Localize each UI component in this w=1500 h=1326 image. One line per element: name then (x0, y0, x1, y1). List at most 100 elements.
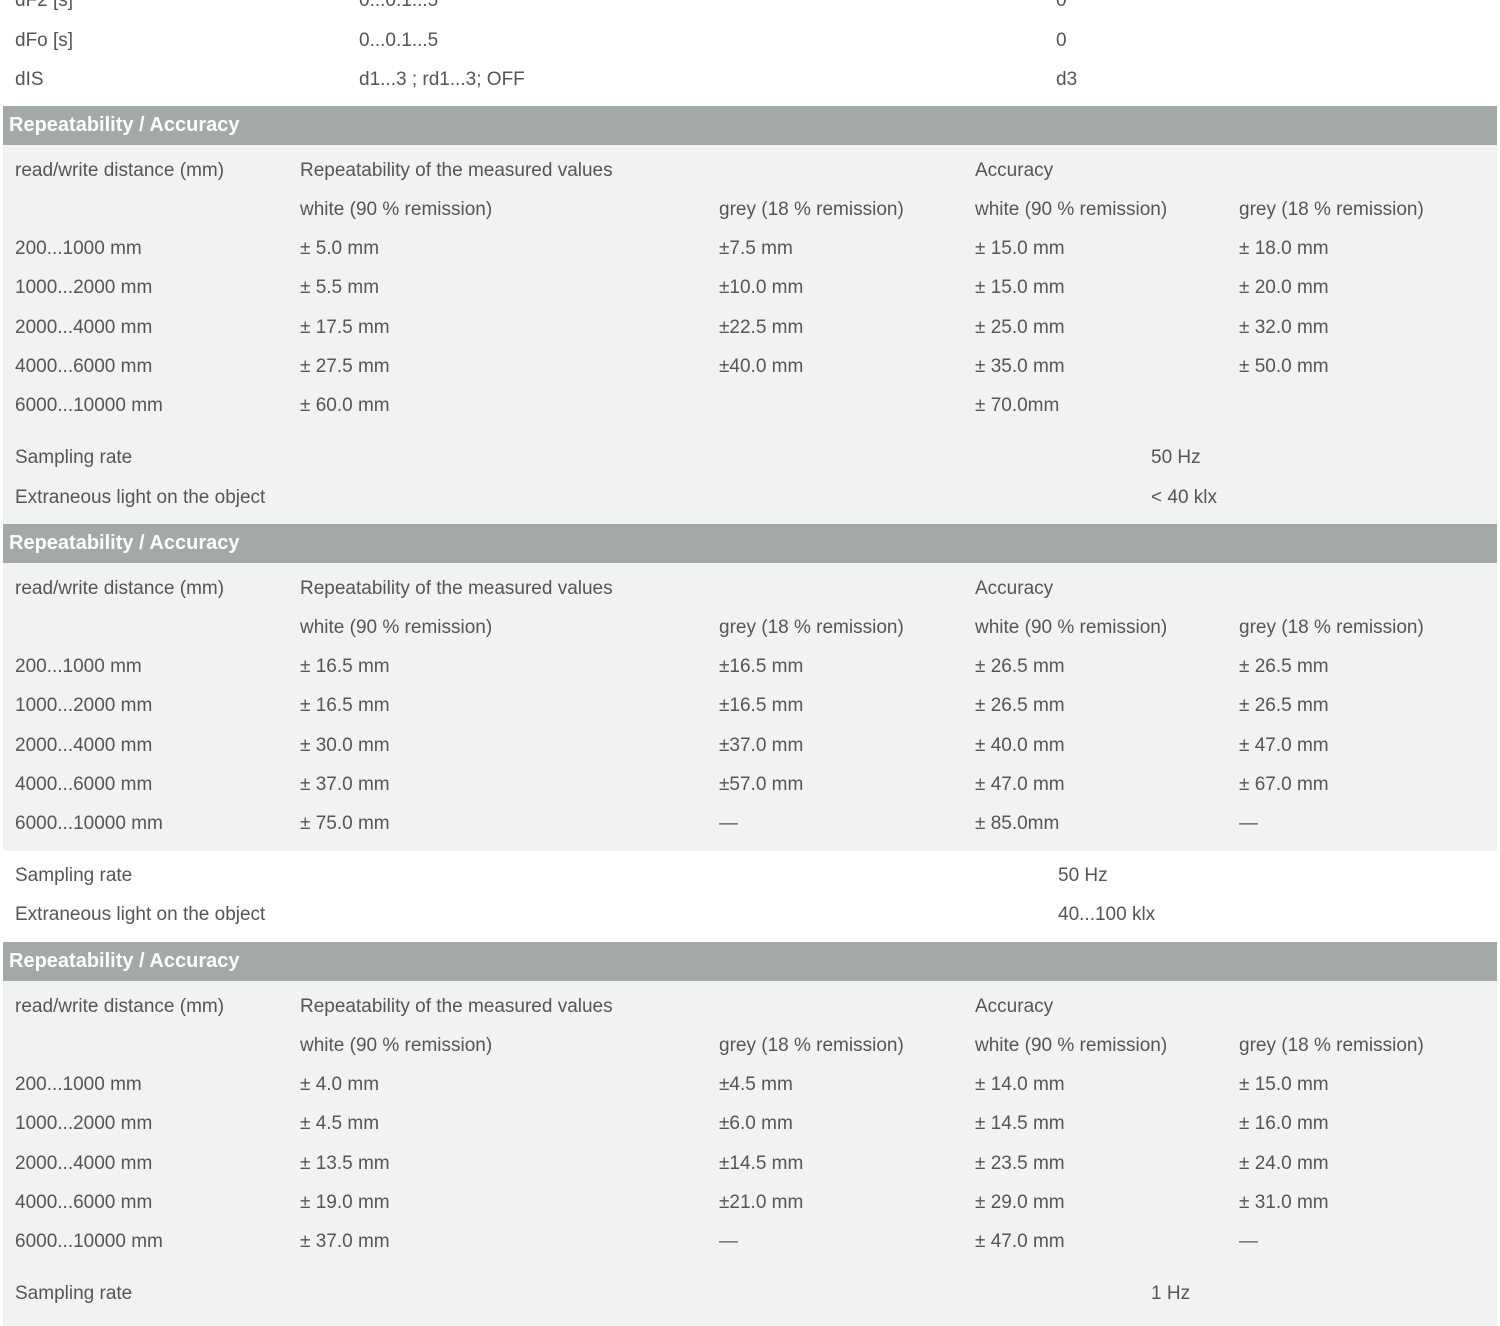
column-header-distance: read/write distance (mm) (15, 160, 225, 181)
column-header-distance: read/write distance (mm) (15, 996, 225, 1017)
cell-rep-grey: ±6.0 mm (719, 1113, 793, 1134)
table-row: 1000...2000 mm ± 16.5 mm ±16.5 mm ± 26.5… (3, 686, 1497, 725)
column-header-accuracy: Accuracy (975, 160, 1054, 181)
cell-acc-white: ± 29.0 mm (975, 1192, 1065, 1213)
spec-row: Extraneous light on the object < 40 klx (3, 478, 1497, 517)
cell-rep-white: ± 19.0 mm (300, 1192, 390, 1213)
cell-rep-grey: — (719, 1231, 738, 1252)
param-row: dFo [s] 0...0.1...5 0 (3, 21, 1497, 60)
column-header-repeatability: Repeatability of the measured values (300, 160, 613, 181)
cell-acc-white: ± 40.0 mm (975, 735, 1065, 756)
cell-acc-grey: ± 31.0 mm (1239, 1192, 1329, 1213)
spec-value: < 40 klx (1151, 487, 1218, 508)
spec-row: Sampling rate 1 Hz (3, 1274, 1497, 1313)
cell-distance: 1000...2000 mm (15, 277, 153, 298)
cell-rep-grey: ±14.5 mm (719, 1153, 804, 1174)
subheader-acc-grey: grey (18 % remission) (1239, 199, 1424, 220)
param-range: d1...3 ; rd1...3; OFF (359, 69, 525, 90)
subheader-acc-grey: grey (18 % remission) (1239, 617, 1424, 638)
cell-acc-white: ± 35.0 mm (975, 356, 1065, 377)
spec-value: 40...100 klx (1058, 904, 1156, 925)
cell-rep-grey: ±21.0 mm (719, 1192, 804, 1213)
cell-acc-white: ± 70.0mm (975, 395, 1060, 416)
spec-label: Sampling rate (15, 1283, 133, 1304)
cell-distance: 6000...10000 mm (15, 813, 163, 834)
param-row: dF2 [s] 0...0.1...5 0 (3, 0, 1497, 20)
table-row: 2000...4000 mm ± 17.5 mm ±22.5 mm ± 25.0… (3, 308, 1497, 347)
spec-row: Sampling rate 50 Hz (3, 856, 1497, 895)
cell-rep-grey: ±7.5 mm (719, 238, 793, 259)
cell-rep-white: ± 4.5 mm (300, 1113, 380, 1134)
table-row: 4000...6000 mm ± 19.0 mm ±21.0 mm ± 29.0… (3, 1183, 1497, 1222)
cell-distance: 6000...10000 mm (15, 395, 163, 416)
param-row: dIS d1...3 ; rd1...3; OFF d3 (3, 60, 1497, 99)
cell-distance: 200...1000 mm (15, 238, 142, 259)
cell-acc-white: ± 25.0 mm (975, 317, 1065, 338)
cell-distance: 1000...2000 mm (15, 695, 153, 716)
cell-acc-white: ± 14.5 mm (975, 1113, 1065, 1134)
cell-rep-white: ± 16.5 mm (300, 656, 390, 677)
cell-rep-grey: ±40.0 mm (719, 356, 804, 377)
cell-acc-grey: ± 26.5 mm (1239, 695, 1329, 716)
spec-row: Extraneous light on the object 40...100 … (3, 895, 1497, 934)
section-header: Repeatability / Accuracy (3, 524, 1497, 563)
table-head-row: read/write distance (mm) Repeatability o… (3, 569, 1497, 608)
column-header-repeatability: Repeatability of the measured values (300, 996, 613, 1017)
subheader-acc-white: white (90 % remission) (975, 617, 1168, 638)
cell-distance: 1000...2000 mm (15, 1113, 153, 1134)
spec-label: Extraneous light on the object (15, 904, 266, 925)
table-head-row: read/write distance (mm) Repeatability o… (3, 151, 1497, 190)
table-row: 2000...4000 mm ± 30.0 mm ±37.0 mm ± 40.0… (3, 726, 1497, 765)
cell-acc-grey: ± 15.0 mm (1239, 1074, 1329, 1095)
cell-rep-white: ± 4.0 mm (300, 1074, 380, 1095)
table-row: 200...1000 mm ± 5.0 mm ±7.5 mm ± 15.0 mm… (3, 229, 1497, 268)
subheader-rep-white: white (90 % remission) (300, 617, 493, 638)
cell-acc-white: ± 14.0 mm (975, 1074, 1065, 1095)
subheader-rep-grey: grey (18 % remission) (719, 199, 904, 220)
param-range: 0...0.1...5 (359, 0, 439, 11)
spec-label: Extraneous light on the object (15, 487, 266, 508)
cell-distance: 2000...4000 mm (15, 735, 153, 756)
subheader-acc-white: white (90 % remission) (975, 199, 1168, 220)
cell-distance: 4000...6000 mm (15, 1192, 153, 1213)
cell-distance: 2000...4000 mm (15, 317, 153, 338)
spec-value: 50 Hz (1058, 865, 1108, 886)
cell-acc-grey: ± 18.0 mm (1239, 238, 1329, 259)
cell-acc-grey: — (1239, 1231, 1258, 1252)
subheader-rep-grey: grey (18 % remission) (719, 1035, 904, 1056)
table-head-row: read/write distance (mm) Repeatability o… (3, 987, 1497, 1026)
table-subhead-row: white (90 % remission) grey (18 % remiss… (3, 190, 1497, 229)
section-title: Repeatability / Accuracy (9, 114, 240, 136)
param-default: 0 (1056, 30, 1067, 51)
cell-acc-grey: — (1239, 813, 1258, 834)
subheader-acc-white: white (90 % remission) (975, 1035, 1168, 1056)
cell-acc-white: ± 15.0 mm (975, 238, 1065, 259)
cell-acc-white: ± 23.5 mm (975, 1153, 1065, 1174)
spec-label: Sampling rate (15, 865, 133, 886)
table-row: 4000...6000 mm ± 27.5 mm ±40.0 mm ± 35.0… (3, 347, 1497, 386)
cell-rep-white: ± 30.0 mm (300, 735, 390, 756)
param-name: dFo [s] (15, 30, 74, 51)
cell-rep-grey: ±37.0 mm (719, 735, 804, 756)
cell-acc-grey: ± 47.0 mm (1239, 735, 1329, 756)
spec-row: Sampling rate 50 Hz (3, 438, 1497, 477)
cell-rep-white: ± 5.5 mm (300, 277, 380, 298)
cell-rep-grey: ±57.0 mm (719, 774, 804, 795)
cell-distance: 4000...6000 mm (15, 356, 153, 377)
cell-acc-white: ± 85.0mm (975, 813, 1060, 834)
table-row: 2000...4000 mm ± 13.5 mm ±14.5 mm ± 23.5… (3, 1144, 1497, 1183)
cell-distance: 4000...6000 mm (15, 774, 153, 795)
column-header-repeatability: Repeatability of the measured values (300, 578, 613, 599)
table-row: 4000...6000 mm ± 37.0 mm ±57.0 mm ± 47.0… (3, 765, 1497, 804)
cell-rep-white: ± 75.0 mm (300, 813, 390, 834)
section-header: Repeatability / Accuracy (3, 942, 1497, 981)
table-row: 1000...2000 mm ± 4.5 mm ±6.0 mm ± 14.5 m… (3, 1104, 1497, 1143)
cell-distance: 6000...10000 mm (15, 1231, 163, 1252)
table-row: 6000...10000 mm ± 75.0 mm — ± 85.0mm — (3, 804, 1497, 843)
subheader-rep-white: white (90 % remission) (300, 199, 493, 220)
section-title: Repeatability / Accuracy (9, 950, 240, 972)
param-default: 0 (1056, 0, 1067, 11)
table-row: 6000...10000 mm ± 60.0 mm ± 70.0mm (3, 386, 1497, 425)
cell-acc-white: ± 15.0 mm (975, 277, 1065, 298)
spec-value: 50 Hz (1151, 447, 1201, 468)
